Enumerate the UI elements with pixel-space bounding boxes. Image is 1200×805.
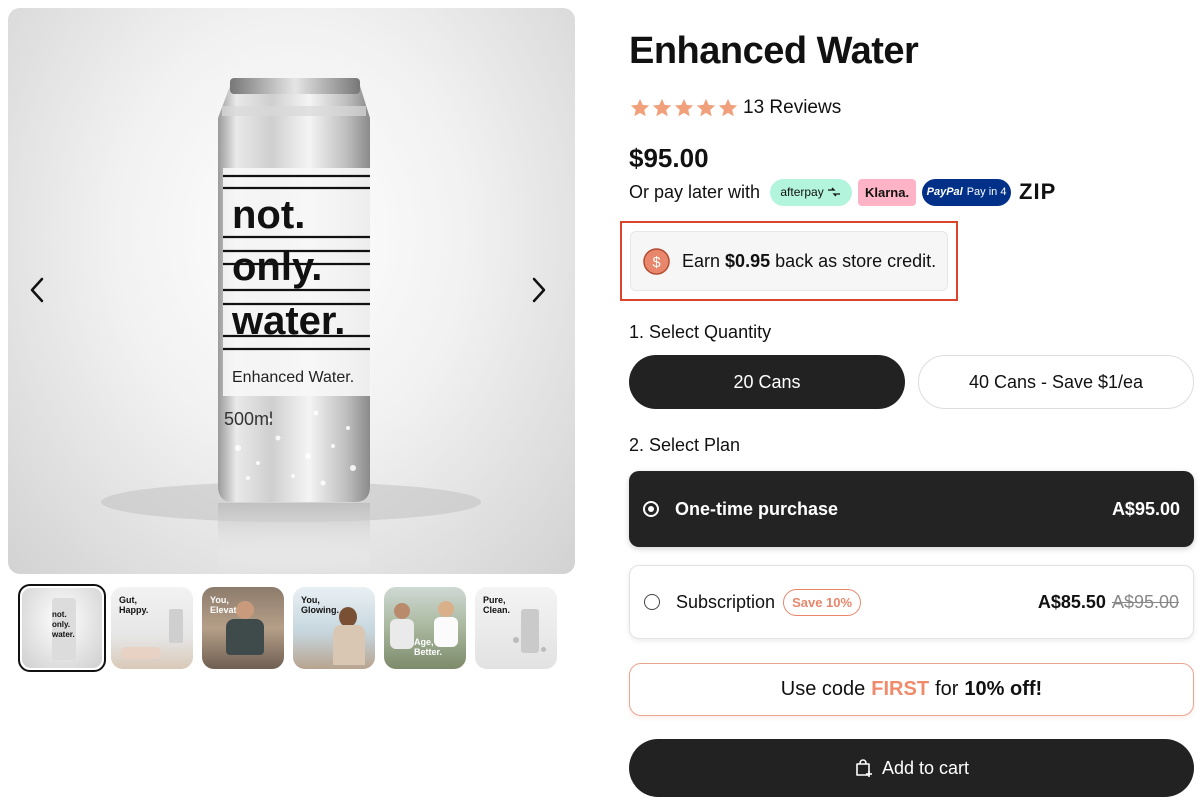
klarna-badge[interactable]: Klarna.	[858, 178, 917, 206]
store-credit-text: Earn $0.95 back as store credit.	[682, 251, 936, 272]
next-image-button[interactable]	[530, 276, 570, 316]
plan-subscription-name: Subscription	[676, 591, 776, 612]
plan-one-time-price: A$95.00	[1111, 498, 1180, 519]
afterpay-badge[interactable]: afterpay	[770, 178, 853, 206]
paypal-badge[interactable]: PayPal Pay in 4	[922, 178, 1012, 206]
save-badge: Save 10%	[783, 588, 862, 616]
radio-unselected-icon[interactable]	[644, 594, 660, 610]
store-credit-amount: $0.95	[725, 250, 771, 271]
thumbnail-5[interactable]: Age, Better.	[384, 587, 466, 669]
thumb-4-line-2: Glowing.	[301, 605, 339, 615]
rating[interactable]: 13 Reviews	[629, 97, 841, 119]
zip-badge[interactable]: ZIP	[1019, 179, 1056, 205]
chevron-left-icon	[30, 277, 44, 303]
thumbnail-strip: not. only. water. Gut, Happy. You, Eleva…	[18, 584, 578, 672]
pay-later-row: Or pay later with afterpay Klarna. PayPa…	[629, 178, 1056, 206]
thumbnail-4[interactable]: You, Glowing.	[293, 587, 375, 669]
thumb-2-line-1: Gut,	[119, 595, 137, 605]
pay-later-text: Or pay later with	[629, 181, 761, 202]
product-price: $95.00	[629, 143, 709, 173]
star-icon	[718, 98, 738, 117]
can-line-1: not.	[232, 193, 305, 237]
plan-one-time[interactable]: One-time purchase A$95.00	[629, 471, 1194, 547]
add-to-cart-button[interactable]: Add to cart	[629, 739, 1194, 797]
quantity-option-40-cans[interactable]: 40 Cans - Save $1/ea	[918, 355, 1194, 409]
add-to-cart-label: Add to cart	[881, 757, 970, 778]
promo-banner: Use code FIRST for 10% off!	[629, 663, 1194, 716]
promo-prefix: Use code	[780, 678, 866, 700]
paypal-pay-in-4: Pay in 4	[966, 186, 1007, 198]
can-volume: 500ml	[224, 409, 273, 429]
radio-selected-icon[interactable]	[643, 501, 659, 517]
previous-image-button[interactable]	[28, 276, 68, 316]
thumbnail-3[interactable]: You, Elevated.	[202, 587, 284, 669]
thumb-6-line-2: Clean.	[483, 605, 511, 615]
promo-middle: for	[935, 678, 959, 700]
chevron-right-icon	[532, 277, 546, 303]
plan-subscription-old-price: A$95.00	[1111, 591, 1179, 612]
star-icon	[630, 98, 650, 117]
can-line-2: only.	[232, 245, 322, 289]
product-title: Enhanced Water	[629, 30, 919, 72]
main-product-image: not. only. water. Enhanced Water. 500ml	[8, 8, 575, 574]
thumb-1-line-3: water.	[52, 630, 75, 639]
afterpay-label: afterpay	[780, 185, 824, 199]
quantity-label: 1. Select Quantity	[629, 322, 772, 342]
plan-label: 2. Select Plan	[629, 435, 741, 455]
store-credit-banner: $ Earn $0.95 back as store credit.	[630, 231, 948, 291]
plan-subscription-price: A$85.50	[1037, 591, 1106, 612]
thumb-5-line-2: Better.	[414, 647, 443, 657]
store-credit-highlight: $ Earn $0.95 back as store credit.	[620, 221, 958, 301]
thumb-1-line-1: not.	[52, 610, 67, 619]
paypal-label: PayPal	[926, 186, 963, 198]
afterpay-arrows-icon	[827, 187, 840, 197]
thumb-6-line-1: Pure,	[483, 595, 506, 605]
review-count[interactable]: 13 Reviews	[743, 97, 841, 119]
plan-subscription[interactable]: Subscription Save 10% A$85.50 A$95.00	[629, 565, 1194, 639]
cart-plus-icon	[856, 759, 872, 777]
star-icon	[674, 98, 694, 117]
thumb-4-line-1: You,	[301, 595, 320, 605]
plan-one-time-name: One-time purchase	[675, 498, 839, 519]
thumb-2-line-2: Happy.	[119, 605, 149, 615]
promo-suffix: 10% off!	[964, 678, 1043, 700]
thumbnail-2[interactable]: Gut, Happy.	[111, 587, 193, 669]
thumbnail-6[interactable]: Pure, Clean.	[475, 587, 557, 669]
svg-text:$: $	[652, 254, 660, 270]
can-subtitle: Enhanced Water.	[232, 369, 354, 386]
thumb-1-line-2: only.	[52, 620, 71, 629]
promo-code: FIRST	[871, 678, 930, 700]
star-icon	[652, 98, 672, 117]
store-credit-suffix: back as store credit.	[775, 250, 937, 271]
star-icon	[696, 98, 716, 117]
can-line-3: water.	[231, 299, 345, 343]
thumbnail-1[interactable]: not. only. water.	[18, 584, 106, 672]
quantity-option-20-cans[interactable]: 20 Cans	[629, 355, 905, 409]
dollar-coin-icon: $	[643, 247, 670, 275]
can-illustration: not. only. water. Enhanced Water. 500ml	[101, 78, 481, 573]
store-credit-prefix: Earn	[682, 250, 721, 271]
